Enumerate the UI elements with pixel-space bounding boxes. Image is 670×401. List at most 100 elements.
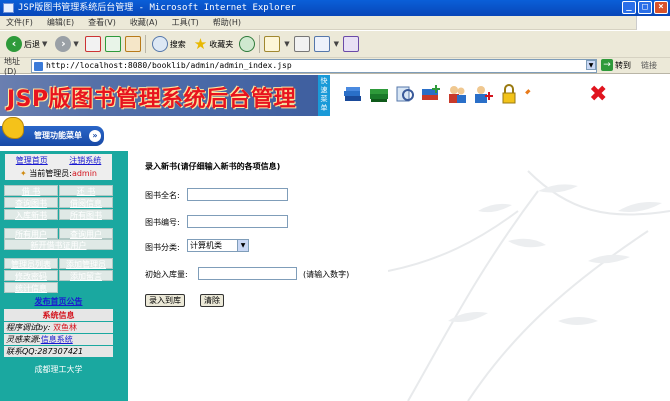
page-icon <box>34 62 43 71</box>
exit-system-icon[interactable]: ✖ <box>589 84 607 106</box>
windows-logo-icon <box>636 16 670 30</box>
mail-icon[interactable] <box>264 36 281 52</box>
admin-home-link[interactable]: 管理首页 <box>16 155 48 166</box>
sidebar-item-add-admin[interactable]: 添加管理员 <box>59 258 113 269</box>
add-book-icon[interactable] <box>420 83 442 105</box>
sidebar-item-change-password[interactable]: 修改密码 <box>4 270 58 281</box>
edit-icon[interactable] <box>313 36 330 52</box>
header-banner: JSP版图书管理系统后台管理 <box>0 75 318 116</box>
menu-mascot-icon <box>2 117 24 139</box>
main-content: 录入新书(请仔细输入新书的各项信息) 图书全名: 图书编号: 图书分类: 计算机… <box>128 151 670 401</box>
chevron-down-icon[interactable]: ▼ <box>334 40 339 48</box>
book-category-select[interactable]: 计算机类 ▼ <box>187 239 249 252</box>
window-titlebar: JSP版图书管理系统后台管理 - Microsoft Internet Expl… <box>0 0 670 16</box>
sidebar-item-borrow-info[interactable]: 借阅信息 <box>59 197 113 208</box>
initial-stock-input[interactable] <box>198 267 297 280</box>
print-icon[interactable] <box>293 36 310 52</box>
book-id-label: 图书编号: <box>145 218 180 227</box>
logout-link[interactable]: 注销系统 <box>69 155 101 166</box>
banner-title: JSP版图书管理系统后台管理 <box>7 87 297 112</box>
sidebar-item-query-books[interactable]: 查询图书 <box>4 197 58 208</box>
links-button[interactable]: 链接 <box>641 60 657 71</box>
clear-button[interactable]: 清除 <box>200 294 224 307</box>
sidebar-item-statistics[interactable]: 统计信息 <box>4 282 58 293</box>
sidebar-item-new-card[interactable]: 新开借书证用户 <box>4 239 113 250</box>
sidebar-item-all-users[interactable]: 所有用户 <box>4 228 58 239</box>
source-link[interactable]: 信息系统 <box>41 335 73 344</box>
sidebar-item-all-books[interactable]: 所有图书 <box>59 209 113 220</box>
messenger-icon[interactable] <box>343 36 360 52</box>
minimize-button[interactable]: _ <box>622 1 636 14</box>
forward-button[interactable]: › ▼ <box>53 33 80 55</box>
go-button[interactable]: → 转到 <box>601 59 631 71</box>
menu-help[interactable]: 帮助(H) <box>213 16 241 29</box>
menu-file[interactable]: 文件(F) <box>6 16 33 29</box>
add-user-icon[interactable] <box>472 83 494 105</box>
publish-announcement-link[interactable]: 发布首页公告 <box>4 296 113 307</box>
forward-arrow-icon: › <box>55 36 72 52</box>
lock-icon[interactable] <box>498 83 520 105</box>
sidebar-panel: 管理首页 注销系统 ✦ 当前管理员:admin 借 书 还 书 查询图书 借阅信… <box>4 153 113 375</box>
submit-button[interactable]: 录入到库 <box>145 294 185 307</box>
sidebar-item-borrow[interactable]: 借 书 <box>4 185 58 196</box>
book-stack-icon[interactable] <box>368 83 390 105</box>
maximize-button[interactable]: □ <box>638 1 652 14</box>
back-label: 后退 <box>24 39 40 49</box>
menu-edit[interactable]: 编辑(E) <box>47 16 74 29</box>
history-icon[interactable] <box>239 36 256 52</box>
book-id-input[interactable] <box>187 215 288 228</box>
favorites-button[interactable]: ★ 收藏夹 <box>192 33 235 55</box>
books-icon[interactable] <box>342 83 364 105</box>
menu-tools[interactable]: 工具(T) <box>172 16 199 29</box>
back-arrow-icon: ‹ <box>6 36 22 52</box>
home-icon[interactable] <box>124 36 141 52</box>
chevron-down-icon[interactable]: ▼ <box>284 40 289 48</box>
stock-hint: (请输入数字) <box>303 270 350 279</box>
school-name: 成都理工大学 <box>34 365 83 374</box>
search-button[interactable]: 搜索 <box>150 33 188 55</box>
sidebar-item-add-message[interactable]: 添加留言 <box>59 270 113 281</box>
go-arrow-icon: → <box>601 59 613 71</box>
source-label: 灵感来源: <box>6 335 41 344</box>
sidebar-user-group: 所有用户 查询用户 <box>4 228 113 239</box>
tag-icon[interactable] <box>524 83 536 105</box>
sidebar-item-return[interactable]: 还 书 <box>59 185 113 196</box>
user-icon: ✦ <box>19 169 27 178</box>
chevron-down-icon[interactable]: ▼ <box>73 40 78 48</box>
chevron-down-icon[interactable]: » <box>89 130 101 142</box>
chevron-down-icon[interactable]: ▼ <box>42 40 47 48</box>
debug-credit: 程序调试by: 双鱼林 <box>4 322 113 334</box>
chevron-down-icon[interactable]: ▼ <box>237 240 248 251</box>
book-category-label: 图书分类: <box>145 243 180 252</box>
quick-menu-badge[interactable]: 快速菜单 <box>318 75 330 116</box>
current-admin-label: 当前管理员: <box>29 169 72 178</box>
book-category-value: 计算机类 <box>190 241 222 250</box>
refresh-icon[interactable] <box>104 36 121 52</box>
ie-page-icon <box>3 3 14 13</box>
menu-view[interactable]: 查看(V) <box>88 16 116 29</box>
address-dropdown-icon[interactable]: ▼ <box>586 60 596 70</box>
sidebar-item-admin-list[interactable]: 管理员列表 <box>4 258 58 269</box>
header-icon-row <box>342 83 536 105</box>
book-name-input[interactable] <box>187 188 288 201</box>
address-input[interactable]: http://localhost:8080/booklib/admin/admi… <box>31 59 597 73</box>
system-info-title: 系统信息 <box>4 309 113 322</box>
stop-icon[interactable] <box>84 36 101 52</box>
sidebar-item-query-users[interactable]: 查询用户 <box>59 228 113 239</box>
sidebar-book-group: 借 书 还 书 查询图书 借阅信息 入库新书 所有图书 <box>4 185 113 220</box>
back-button[interactable]: ‹ 后退 ▼ <box>4 33 49 55</box>
go-label: 转到 <box>615 60 631 70</box>
bamboo-background-decoration <box>388 170 670 401</box>
search-label: 搜索 <box>169 39 186 49</box>
favorites-label: 收藏夹 <box>209 39 234 49</box>
window-title: JSP版图书管理系统后台管理 - Microsoft Internet Expl… <box>18 3 296 13</box>
sidebar-item-add-book[interactable]: 入库新书 <box>4 209 58 220</box>
close-window-button[interactable]: × <box>654 1 668 14</box>
search-book-icon[interactable] <box>394 83 416 105</box>
toolbar-divider <box>144 35 146 53</box>
initial-stock-label: 初始入库量: <box>145 270 188 279</box>
users-icon[interactable] <box>446 83 468 105</box>
menu-favorites[interactable]: 收藏(A) <box>130 16 158 29</box>
current-admin: ✦ 当前管理员:admin <box>5 168 112 179</box>
page-viewport: JSP版图书管理系统后台管理 快速菜单 ✖ 管理功能菜单 » 管理首页 注销系统 <box>0 75 670 401</box>
